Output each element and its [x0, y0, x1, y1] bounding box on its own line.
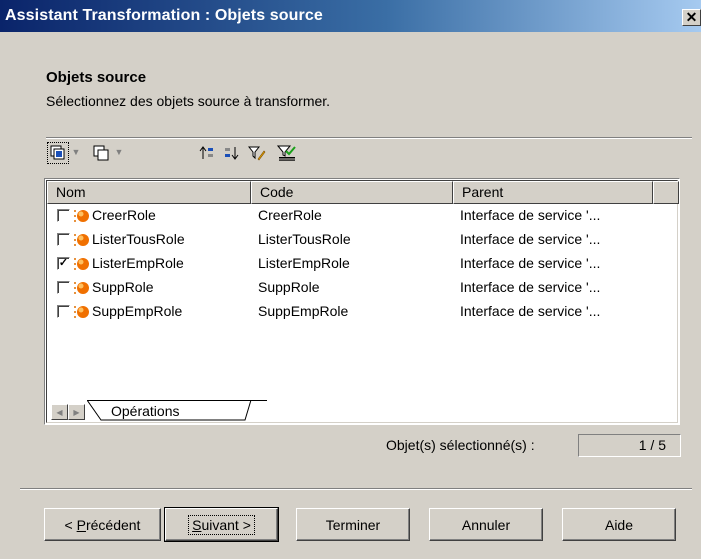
row-name: ListerEmpRole [92, 255, 184, 271]
row-checkbox[interactable] [57, 281, 70, 294]
row-checkbox[interactable] [57, 233, 70, 246]
row-checkbox[interactable]: ✓ [57, 257, 70, 270]
row-checkbox[interactable] [57, 209, 70, 222]
table-row[interactable]: CreerRole CreerRole Interface de service… [47, 204, 677, 228]
row-name: CreerRole [92, 207, 156, 223]
filter-apply-button[interactable] [276, 142, 298, 164]
section-description: Sélectionnez des objets source à transfo… [46, 93, 331, 109]
help-button[interactable]: Aide [562, 508, 676, 541]
row-checkbox[interactable] [57, 305, 70, 318]
table-row[interactable]: SuppRole SuppRole Interface de service '… [47, 276, 677, 300]
tab-scroll-right-button[interactable]: ▶ [68, 404, 85, 420]
table-row[interactable]: SuppEmpRole SuppEmpRole Interface de ser… [47, 300, 677, 324]
row-code: SuppEmpRole [258, 303, 349, 319]
list-frame: Nom Code Parent CreerRole CreerRole Inte… [46, 180, 679, 423]
select-all-dropdown[interactable]: ▼ [71, 144, 81, 160]
table-row[interactable]: ✓ ListerEmpRole ListerEmpRole Interface … [47, 252, 677, 276]
filter-edit-icon [248, 146, 266, 161]
previous-prefix: < [64, 516, 77, 533]
chevron-right-icon: ▶ [73, 407, 80, 417]
move-up-button[interactable] [196, 142, 218, 164]
row-code: ListerEmpRole [258, 255, 350, 271]
select-all-icon [50, 145, 65, 160]
selection-count-value: 1 / 5 [578, 434, 681, 457]
section-title: Objets source [46, 69, 147, 86]
row-code: SuppRole [258, 279, 320, 295]
select-all-button[interactable] [47, 142, 69, 164]
tab-strip: ◀ ▶ Opérations [47, 400, 677, 422]
close-icon: ✕ [685, 9, 698, 25]
row-parent: Interface de service '... [460, 255, 601, 271]
row-name: SuppRole [92, 279, 154, 295]
row-parent: Interface de service '... [460, 279, 601, 295]
move-down-icon [225, 147, 239, 160]
column-header-parent[interactable]: Parent [453, 181, 653, 204]
next-focus: Suivant > [188, 514, 255, 535]
toolbar: ▼ ▼ [44, 140, 374, 168]
filter-edit-button[interactable] [246, 142, 268, 164]
tab-scroll-left-button[interactable]: ◀ [51, 404, 68, 420]
operation-icon [74, 234, 89, 246]
move-down-button[interactable] [220, 142, 242, 164]
finish-button[interactable]: Terminer [296, 508, 410, 541]
row-code: ListerTousRole [258, 231, 351, 247]
title-bar: Assistant Transformation : Objets source… [0, 0, 701, 32]
row-code: CreerRole [258, 207, 322, 223]
next-button[interactable]: Suivant > [164, 507, 279, 542]
column-header-name-label: Nom [56, 184, 86, 200]
close-button[interactable]: ✕ [682, 9, 701, 26]
column-header-code[interactable]: Code [251, 181, 453, 204]
operation-icon [74, 306, 89, 318]
column-header-parent-label: Parent [462, 184, 504, 200]
row-parent: Interface de service '... [460, 303, 601, 319]
deselect-all-icon [93, 145, 109, 161]
operation-icon [74, 258, 89, 270]
tab-operations[interactable]: Opérations [111, 403, 179, 419]
selection-count-label: Objet(s) sélectionné(s) : [386, 437, 535, 453]
column-header-code-label: Code [260, 184, 294, 200]
filter-apply-icon [277, 145, 296, 161]
previous-label: récédent [85, 516, 141, 533]
next-label: uivant > [201, 516, 251, 533]
column-header-filler [653, 181, 679, 204]
column-header-name[interactable]: Nom [47, 181, 251, 204]
operation-icon [74, 210, 89, 222]
deselect-all-dropdown[interactable]: ▼ [114, 144, 124, 160]
table-row[interactable]: ListerTousRole ListerTousRole Interface … [47, 228, 677, 252]
row-name: SuppEmpRole [92, 303, 183, 319]
row-name: ListerTousRole [92, 231, 185, 247]
operation-icon [74, 282, 89, 294]
chevron-left-icon: ◀ [56, 407, 63, 417]
cancel-button[interactable]: Annuler [429, 508, 543, 541]
button-divider [20, 488, 692, 490]
toolbar-divider [46, 137, 692, 139]
move-up-icon [199, 146, 213, 159]
row-parent: Interface de service '... [460, 231, 601, 247]
source-objects-list[interactable]: Nom Code Parent CreerRole CreerRole Inte… [44, 178, 680, 425]
window-title: Assistant Transformation : Objets source [5, 7, 323, 24]
previous-button[interactable]: < Précédent [44, 508, 161, 541]
row-parent: Interface de service '... [460, 207, 601, 223]
previous-mnemonic: P [76, 516, 86, 533]
deselect-all-button[interactable] [90, 142, 112, 164]
